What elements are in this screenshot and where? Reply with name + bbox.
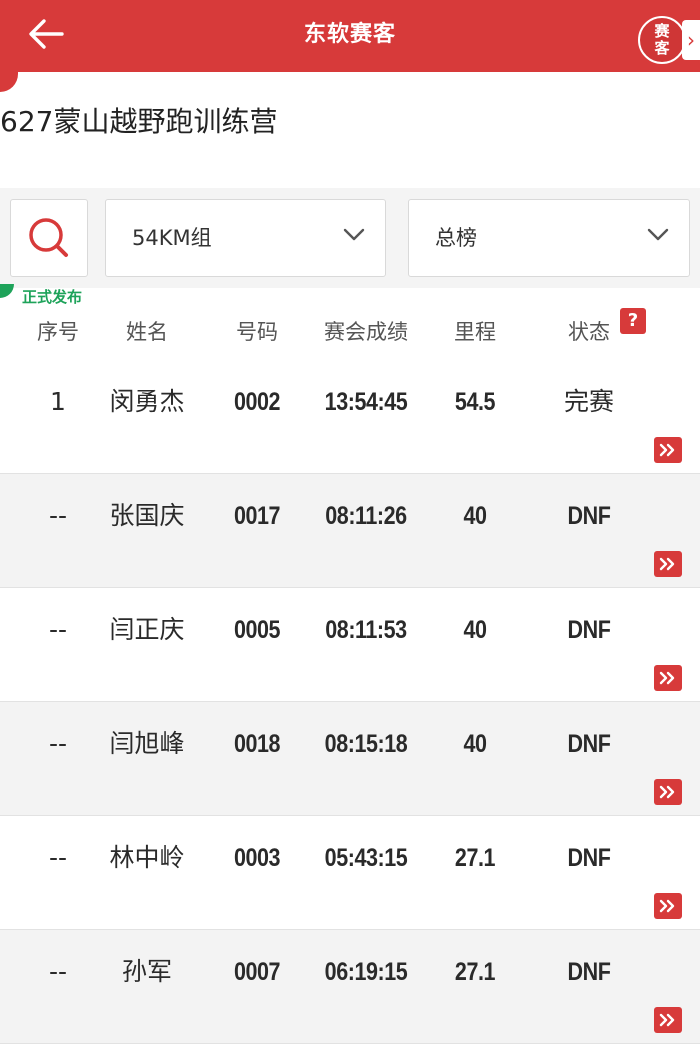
- row-time: 08:15:18: [324, 730, 408, 758]
- row-distance: 27.1: [454, 958, 496, 986]
- row-time: 08:11:53: [325, 616, 407, 644]
- search-icon: [29, 218, 68, 257]
- row-time: 13:54:45: [324, 388, 408, 416]
- table-row: -- 林中岭 0003 05:43:15 27.1 DNF: [0, 816, 700, 930]
- double-chevron-right-icon: [659, 899, 675, 913]
- row-detail-button[interactable]: [654, 437, 682, 463]
- row-name: 林中岭: [109, 843, 185, 872]
- row-bib: 0018: [233, 730, 281, 758]
- row-detail-button[interactable]: [654, 1007, 682, 1033]
- ranking-select-value: 总榜: [435, 226, 477, 250]
- app-logo-text: 赛客: [654, 22, 670, 57]
- table-row: -- 闫正庆 0005 08:11:53 40 DNF: [0, 588, 700, 702]
- row-time: 06:19:15: [324, 958, 408, 986]
- table-row: -- 闫旭峰 0018 08:15:18 40 DNF: [0, 702, 700, 816]
- app-title: 东软赛客: [303, 22, 396, 47]
- column-header-rank: 序号: [37, 320, 79, 344]
- row-bib: 0002: [233, 388, 281, 416]
- row-status: DNF: [567, 730, 611, 758]
- row-name: 孙军: [121, 957, 173, 986]
- row-rank: --: [48, 957, 68, 986]
- table-row: -- 孙军 0007 06:19:15 27.1 DNF: [0, 930, 700, 1044]
- group-select-value: 54KM组: [132, 226, 212, 250]
- event-title: 627蒙山越野跑训练营: [0, 105, 278, 138]
- chevron-down-icon: [343, 228, 365, 241]
- row-status: DNF: [567, 616, 611, 644]
- double-chevron-right-icon: [659, 557, 675, 571]
- column-header-name: 姓名: [126, 320, 168, 344]
- table-header: 序号 姓名 号码 赛会成绩 里程 状态: [0, 300, 700, 364]
- row-rank: --: [48, 615, 68, 644]
- row-distance: 40: [463, 502, 487, 530]
- group-select[interactable]: 54KM组: [105, 199, 386, 277]
- row-rank: --: [48, 729, 68, 758]
- row-detail-button[interactable]: [654, 551, 682, 577]
- double-chevron-right-icon: [659, 671, 675, 685]
- column-header-time: 赛会成绩: [324, 320, 408, 344]
- row-bib: 0017: [233, 502, 281, 530]
- app-logo-badge[interactable]: 赛客: [638, 16, 686, 64]
- column-header-status: 状态: [568, 320, 610, 344]
- chevron-down-icon: [647, 228, 669, 241]
- search-button[interactable]: [10, 199, 88, 277]
- row-status: DNF: [567, 502, 611, 530]
- column-header-bib: 号码: [236, 320, 278, 344]
- row-name: 闫旭峰: [109, 729, 185, 758]
- row-bib: 0003: [233, 844, 281, 872]
- row-name: 闵勇杰: [109, 387, 185, 416]
- row-time: 05:43:15: [324, 844, 408, 872]
- row-distance: 40: [463, 730, 487, 758]
- row-distance: 40: [463, 616, 487, 644]
- double-chevron-right-icon: [659, 1013, 675, 1027]
- row-status: DNF: [567, 844, 611, 872]
- row-rank: --: [48, 501, 68, 530]
- row-distance: 27.1: [454, 844, 496, 872]
- row-distance: 54.5: [454, 388, 496, 416]
- double-chevron-right-icon: [659, 443, 675, 457]
- row-bib: 0005: [233, 616, 281, 644]
- filter-bar: 54KM组 总榜: [0, 188, 700, 288]
- table-row: 1 闵勇杰 0002 13:54:45 54.5 完赛: [0, 360, 700, 474]
- row-name: 张国庆: [109, 501, 185, 530]
- header-corner-decoration: [0, 72, 18, 92]
- row-name: 闫正庆: [109, 615, 185, 644]
- row-detail-button[interactable]: [654, 779, 682, 805]
- row-status: DNF: [567, 958, 611, 986]
- app-header: 东软赛客 赛客 ›: [0, 0, 700, 72]
- row-bib: 0007: [233, 958, 281, 986]
- row-time: 08:11:26: [325, 502, 407, 530]
- double-chevron-right-icon: [659, 785, 675, 799]
- row-detail-button[interactable]: [654, 665, 682, 691]
- chevron-right-icon[interactable]: ›: [682, 20, 700, 60]
- row-status: 完赛: [563, 387, 615, 416]
- table-row: -- 张国庆 0017 08:11:26 40 DNF: [0, 474, 700, 588]
- status-help-icon[interactable]: ?: [620, 308, 646, 334]
- tag-corner-decoration: [0, 284, 14, 298]
- column-header-distance: 里程: [454, 320, 496, 344]
- row-detail-button[interactable]: [654, 893, 682, 919]
- row-rank: --: [48, 843, 68, 872]
- row-rank: 1: [50, 387, 66, 416]
- ranking-select[interactable]: 总榜: [408, 199, 690, 277]
